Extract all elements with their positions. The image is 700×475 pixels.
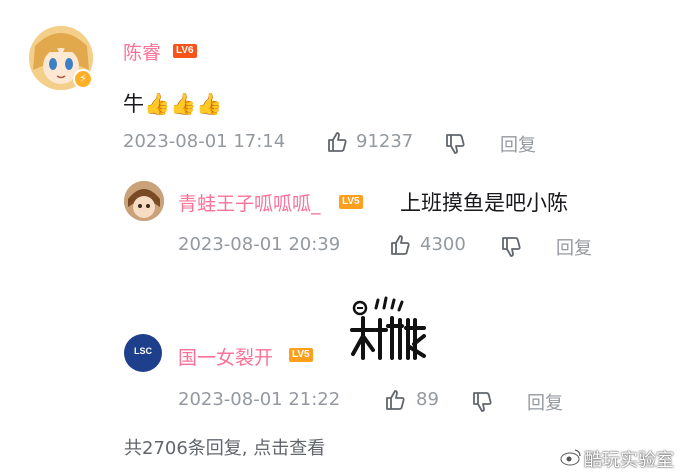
- reply-button[interactable]: 回复: [556, 234, 592, 260]
- avatar-logo-text: LSC: [134, 346, 152, 356]
- sticker-image: [350, 296, 426, 360]
- thumbs-down-icon[interactable]: [500, 235, 524, 259]
- like-count: 89: [416, 389, 439, 410]
- thumbs-up-icon[interactable]: [389, 233, 413, 257]
- username[interactable]: 国一女裂开: [178, 343, 273, 370]
- weibo-logo-icon: [560, 449, 581, 466]
- avatar[interactable]: LSC: [124, 334, 162, 372]
- level-badge: LV5: [289, 348, 313, 362]
- lightning-icon: ⚡: [73, 69, 93, 89]
- thumbs-up-icon[interactable]: [384, 388, 408, 412]
- reply-button[interactable]: 回复: [500, 131, 536, 157]
- like-count: 4300: [420, 234, 466, 255]
- timestamp: 2023-08-01 17:14: [123, 131, 286, 152]
- username[interactable]: 青蛙王子呱呱呱_: [178, 189, 321, 216]
- username[interactable]: 陈睿: [123, 38, 161, 65]
- timestamp: 2023-08-01 20:39: [178, 234, 341, 255]
- level-badge: LV6: [173, 44, 197, 58]
- reply-button[interactable]: 回复: [527, 389, 563, 415]
- thumbs-down-icon[interactable]: [444, 132, 468, 156]
- avatar[interactable]: [124, 181, 164, 221]
- thumbs-down-icon[interactable]: [471, 390, 495, 414]
- comment-text: 牛👍👍👍: [123, 92, 223, 116]
- watermark: 酷玩实验室: [584, 450, 674, 471]
- timestamp: 2023-08-01 21:22: [178, 389, 341, 410]
- level-badge: LV5: [339, 195, 363, 209]
- reply-text: 上班摸鱼是吧小陈: [400, 191, 568, 215]
- thumbs-up-icon[interactable]: [326, 130, 350, 154]
- view-more-replies-link[interactable]: 共2706条回复, 点击查看: [124, 434, 325, 460]
- like-count: 91237: [356, 131, 414, 152]
